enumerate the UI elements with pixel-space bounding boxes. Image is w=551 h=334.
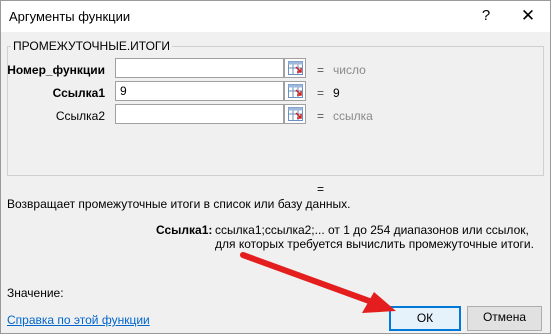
range-select-icon (288, 84, 303, 98)
range-select-icon (288, 61, 303, 75)
arg-label-ref1: Ссылка1 (52, 86, 105, 100)
title-bar[interactable]: Аргументы функции ? ✕ (1, 1, 550, 32)
ref1-input[interactable]: 9 (115, 81, 284, 101)
arg-description-label: Ссылка1: (156, 223, 213, 237)
arg-eq-sign: = (317, 109, 325, 123)
function-description: Возвращает промежуточные итоги в список … (7, 197, 351, 211)
range-select-icon (288, 107, 303, 121)
arg-label-ref2: Ссылка2 (55, 109, 105, 123)
ok-button[interactable]: ОК (389, 306, 461, 331)
dialog-title: Аргументы функции (9, 9, 131, 24)
range-select-button[interactable] (284, 58, 306, 78)
help-link[interactable]: Справка по этой функции (7, 313, 150, 327)
arg-description-text: ссылка1;ссылка2;... от 1 до 254 диапазон… (215, 223, 534, 251)
function-arguments-dialog: Аргументы функции ? ✕ ПРОМЕЖУТОЧНЫЕ.ИТОГ… (0, 0, 551, 334)
help-button[interactable]: ? (474, 4, 498, 28)
range-select-button[interactable] (284, 104, 306, 124)
arg-result-ref2: ссылка (333, 109, 373, 123)
close-button[interactable]: ✕ (516, 4, 540, 28)
range-select-button[interactable] (284, 81, 306, 101)
formula-result-eq: = (317, 182, 325, 196)
arg-eq-sign: = (317, 86, 325, 100)
function-num-input[interactable] (115, 58, 284, 78)
arg-eq-sign: = (317, 63, 325, 77)
cancel-button[interactable]: Отмена (467, 306, 542, 331)
arg-label-function-num: Номер_функции (7, 63, 105, 77)
value-label: Значение: (7, 286, 64, 300)
arg-result-ref1: 9 (333, 86, 340, 100)
function-name: ПРОМЕЖУТОЧНЫЕ.ИТОГИ (11, 39, 173, 53)
arg-result-function-num: число (333, 63, 366, 77)
ref2-input[interactable] (115, 104, 284, 124)
